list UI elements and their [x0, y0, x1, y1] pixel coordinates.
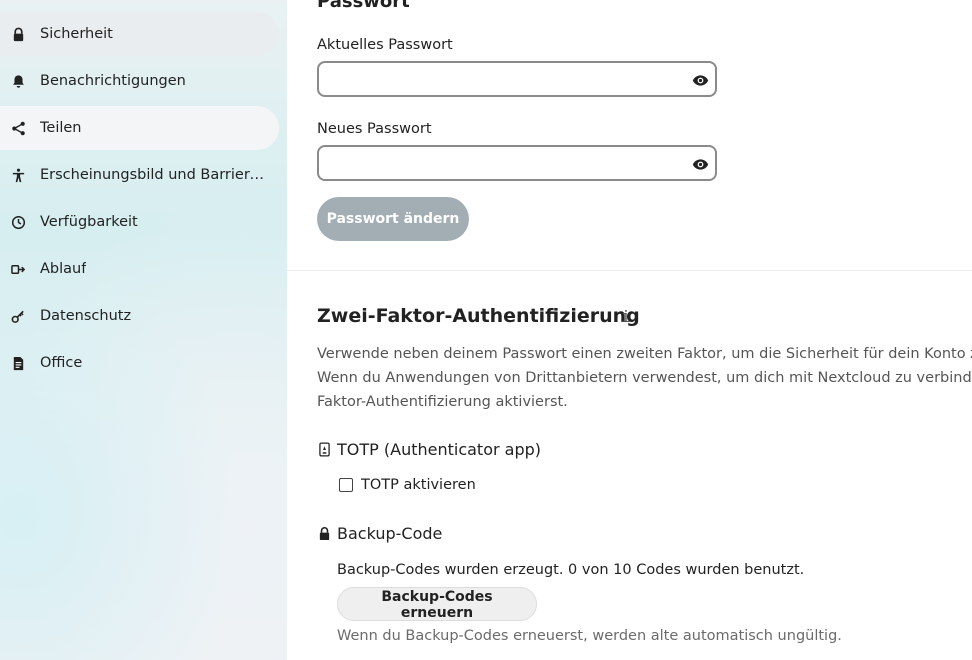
sidebar-item-label: Ablauf — [40, 261, 87, 277]
eye-icon[interactable] — [691, 155, 709, 173]
sidebar-item-label: Erscheinungsbild und Barrierefreiheit — [40, 167, 266, 183]
sidebar-item-privacy[interactable]: Datenschutz — [0, 294, 279, 338]
new-password-input[interactable] — [329, 147, 673, 181]
sidebar-item-security[interactable]: Sicherheit — [0, 12, 279, 56]
totp-title: TOTP (Authenticator app) — [337, 440, 542, 459]
sidebar-item-notifications[interactable]: Benachrichtigungen — [0, 59, 279, 103]
section-divider — [287, 270, 972, 271]
flow-icon — [10, 261, 26, 277]
lock-icon — [317, 526, 331, 542]
backup-provider-header: Backup-Code — [317, 524, 442, 543]
new-password-field[interactable] — [317, 145, 717, 181]
checkbox-square[interactable] — [339, 478, 353, 492]
sidebar-item-label: Datenschutz — [40, 308, 132, 324]
clock-icon — [10, 214, 26, 230]
backup-title: Backup-Code — [337, 524, 443, 543]
two-factor-description: Verwende neben deinem Passwort einen zwe… — [317, 342, 972, 414]
description-line: Faktor-Authentifizierung aktivierst. — [317, 394, 568, 410]
description-line: Verwende neben deinem Passwort einen zwe… — [317, 346, 972, 362]
current-password-input[interactable] — [329, 63, 673, 97]
settings-content: Passwort Aktuelles Passwort Neues Passwo… — [287, 0, 972, 660]
eye-icon[interactable] — [691, 71, 709, 89]
share-icon — [10, 120, 26, 136]
accessibility-icon — [10, 167, 26, 183]
regenerate-backup-codes-button[interactable]: Backup-Codes erneuern — [337, 587, 537, 621]
totp-enable-label: TOTP aktivieren — [361, 477, 476, 493]
two-factor-section-title: Zwei-Faktor-Authentifizierung — [317, 305, 640, 327]
sidebar-item-office[interactable]: Office — [0, 341, 279, 385]
lock-icon — [10, 26, 26, 42]
sidebar-item-label: Office — [40, 355, 83, 371]
totp-enable-checkbox[interactable]: TOTP aktivieren — [339, 477, 476, 493]
info-icon[interactable]: i — [621, 307, 631, 326]
password-section-title: Passwort — [317, 0, 410, 12]
sidebar-item-appearance[interactable]: Erscheinungsbild und Barrierefreiheit — [0, 153, 279, 197]
sidebar-item-label: Verfügbarkeit — [40, 214, 138, 230]
sidebar-item-label: Benachrichtigungen — [40, 73, 186, 89]
sidebar-item-label: Teilen — [40, 120, 82, 136]
current-password-label: Aktuelles Passwort — [317, 37, 453, 53]
current-password-field[interactable] — [317, 61, 717, 97]
new-password-label: Neues Passwort — [317, 121, 432, 137]
bell-icon — [10, 73, 26, 89]
change-password-button[interactable]: Passwort ändern — [317, 197, 469, 241]
description-line: Wenn du Anwendungen von Drittanbietern v… — [317, 370, 972, 386]
sidebar-item-sharing[interactable]: Teilen — [0, 106, 279, 150]
settings-sidebar: Sicherheit Benachrichtigungen Teilen Ers… — [0, 0, 287, 660]
sidebar-item-flow[interactable]: Ablauf — [0, 247, 279, 291]
document-icon — [10, 355, 26, 371]
totp-provider-header: TOTP (Authenticator app) — [317, 440, 541, 459]
key-icon — [10, 308, 26, 324]
sidebar-item-label: Sicherheit — [40, 26, 113, 42]
backup-hint-text: Wenn du Backup-Codes erneuerst, werden a… — [337, 628, 842, 644]
phone-icon — [317, 442, 331, 458]
backup-status-text: Backup-Codes wurden erzeugt. 0 von 10 Co… — [337, 562, 805, 578]
sidebar-item-availability[interactable]: Verfügbarkeit — [0, 200, 279, 244]
